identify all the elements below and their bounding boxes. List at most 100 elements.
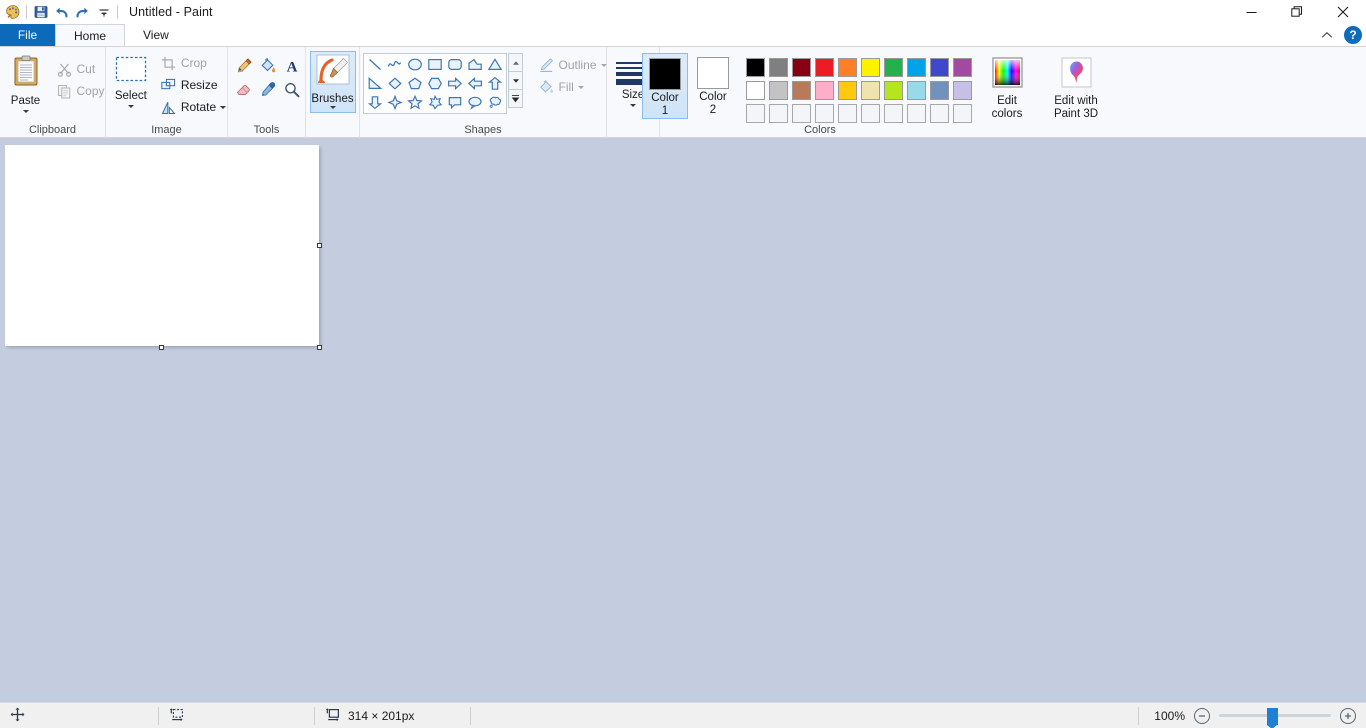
palette-swatch[interactable] bbox=[836, 56, 859, 79]
resize-handle-bottom-right[interactable] bbox=[317, 345, 322, 350]
tab-home[interactable]: Home bbox=[55, 24, 126, 46]
magnifier-icon[interactable] bbox=[280, 78, 304, 102]
shape-rounded-rectangle[interactable] bbox=[445, 55, 465, 74]
ribbon-group-brushes: Brushes bbox=[306, 47, 360, 138]
rotate-button[interactable]: Rotate bbox=[158, 96, 231, 118]
rotate-icon bbox=[161, 99, 177, 115]
eraser-icon[interactable] bbox=[232, 78, 256, 102]
save-icon[interactable] bbox=[30, 1, 51, 23]
brushes-menu-caret-icon[interactable] bbox=[329, 106, 336, 109]
palette-swatch[interactable] bbox=[928, 56, 951, 79]
shape-left-arrow[interactable] bbox=[465, 74, 485, 93]
palette-swatch[interactable] bbox=[836, 79, 859, 102]
palette-swatch[interactable] bbox=[905, 56, 928, 79]
shape-five-point-star[interactable] bbox=[405, 93, 425, 112]
shape-four-point-star[interactable] bbox=[385, 93, 405, 112]
palette-swatch[interactable] bbox=[790, 56, 813, 79]
palette-swatch[interactable] bbox=[767, 56, 790, 79]
outline-menu-caret-icon[interactable] bbox=[600, 63, 607, 67]
palette-swatch[interactable] bbox=[951, 79, 974, 102]
color1-button[interactable]: Color 1 bbox=[642, 53, 688, 119]
minimize-button[interactable] bbox=[1228, 0, 1274, 24]
paint-palette-icon[interactable] bbox=[2, 1, 23, 23]
paste-button[interactable]: Paste bbox=[0, 52, 52, 113]
edit-with-paint3d-button[interactable]: Edit with Paint 3D bbox=[1042, 53, 1110, 121]
resize-handle-right-middle[interactable] bbox=[317, 242, 322, 248]
ribbon: Paste Cut Copy Clipboard Select Crop Res… bbox=[0, 46, 1366, 138]
shape-oval[interactable] bbox=[405, 55, 425, 74]
color2-button[interactable]: Color 2 bbox=[690, 53, 736, 117]
palette-swatch[interactable] bbox=[859, 56, 882, 79]
shapes-scroll-up-button[interactable] bbox=[508, 53, 524, 72]
palette-swatch[interactable] bbox=[744, 56, 767, 79]
text-icon[interactable]: A bbox=[280, 54, 304, 78]
palette-swatch[interactable] bbox=[905, 79, 928, 102]
palette-swatch[interactable] bbox=[790, 79, 813, 102]
shape-down-arrow[interactable] bbox=[365, 93, 385, 112]
palette-swatch[interactable] bbox=[882, 56, 905, 79]
shape-line[interactable] bbox=[365, 55, 385, 74]
palette-swatch[interactable] bbox=[859, 79, 882, 102]
shape-right-arrow[interactable] bbox=[445, 74, 465, 93]
palette-swatch[interactable] bbox=[928, 79, 951, 102]
palette-swatch[interactable] bbox=[951, 56, 974, 79]
palette-swatch-color bbox=[769, 81, 788, 100]
help-icon[interactable]: ? bbox=[1344, 26, 1362, 44]
shape-right-triangle[interactable] bbox=[365, 74, 385, 93]
brushes-label: Brushes bbox=[311, 93, 354, 105]
resize-button[interactable]: Resize bbox=[158, 74, 231, 96]
palette-swatch[interactable] bbox=[767, 79, 790, 102]
shape-rounded-callout[interactable] bbox=[445, 93, 465, 112]
zoom-slider[interactable] bbox=[1219, 707, 1331, 728]
close-button[interactable] bbox=[1320, 0, 1366, 24]
title-bar: Untitled - Paint bbox=[0, 0, 1366, 24]
palette-swatch-color bbox=[746, 104, 765, 123]
shape-triangle[interactable] bbox=[485, 55, 505, 74]
palette-swatch[interactable] bbox=[813, 79, 836, 102]
shape-oval-callout[interactable] bbox=[465, 93, 485, 112]
tab-file[interactable]: File bbox=[0, 24, 55, 46]
brushes-button[interactable]: Brushes bbox=[309, 51, 356, 113]
zoom-out-button[interactable] bbox=[1194, 707, 1210, 724]
paste-menu-caret-icon[interactable] bbox=[22, 110, 29, 113]
shape-pentagon[interactable] bbox=[405, 74, 425, 93]
fill-button[interactable]: Fill bbox=[535, 76, 611, 98]
customize-qat-icon[interactable] bbox=[93, 1, 114, 23]
rotate-menu-caret-icon[interactable] bbox=[220, 105, 227, 109]
palette-swatch-color bbox=[861, 58, 880, 77]
fill-bucket-icon[interactable] bbox=[256, 54, 280, 78]
copy-label: Copy bbox=[76, 84, 105, 98]
drawing-canvas[interactable] bbox=[5, 145, 319, 346]
select-button[interactable]: Select bbox=[106, 52, 156, 108]
shape-rectangle[interactable] bbox=[425, 55, 445, 74]
zoom-in-button[interactable] bbox=[1340, 707, 1356, 724]
select-menu-caret-icon[interactable] bbox=[127, 105, 134, 108]
pencil-icon[interactable] bbox=[232, 54, 256, 78]
shapes-more-button[interactable] bbox=[508, 89, 524, 108]
color-picker-icon[interactable] bbox=[256, 78, 280, 102]
redo-icon[interactable] bbox=[72, 1, 93, 23]
shape-hexagon[interactable] bbox=[425, 74, 445, 93]
resize-handle-bottom-center[interactable] bbox=[159, 345, 164, 350]
maximize-button[interactable] bbox=[1274, 0, 1320, 24]
shape-six-point-star[interactable] bbox=[425, 93, 445, 112]
palette-swatch[interactable] bbox=[882, 79, 905, 102]
palette-swatch[interactable] bbox=[744, 79, 767, 102]
crop-button[interactable]: Crop bbox=[158, 52, 231, 74]
shape-curve[interactable] bbox=[385, 55, 405, 74]
canvas-workspace[interactable] bbox=[0, 138, 1366, 702]
tab-view[interactable]: View bbox=[125, 24, 187, 46]
fill-menu-caret-icon[interactable] bbox=[577, 85, 584, 89]
shape-up-arrow[interactable] bbox=[485, 74, 505, 93]
zoom-slider-thumb[interactable] bbox=[1267, 707, 1278, 728]
outline-button[interactable]: Outline bbox=[535, 54, 611, 76]
shapes-scroll-down-button[interactable] bbox=[508, 71, 524, 90]
shape-diamond[interactable] bbox=[385, 74, 405, 93]
edit-colors-button[interactable]: Edit colors bbox=[982, 53, 1032, 121]
shape-cloud-callout[interactable] bbox=[485, 93, 505, 112]
undo-icon[interactable] bbox=[51, 1, 72, 23]
palette-swatch[interactable] bbox=[813, 56, 836, 79]
shape-polygon[interactable] bbox=[465, 55, 485, 74]
collapse-ribbon-icon[interactable] bbox=[1316, 24, 1338, 46]
shapes-scroll-column bbox=[508, 53, 524, 108]
